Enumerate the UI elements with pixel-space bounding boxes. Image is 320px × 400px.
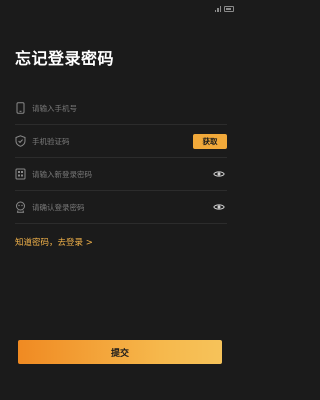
phone-row xyxy=(15,92,227,125)
verification-code-input[interactable] xyxy=(32,131,193,151)
confirm-password-input[interactable] xyxy=(32,197,213,217)
eye-icon[interactable] xyxy=(213,168,225,180)
new-password-row xyxy=(15,158,227,191)
shield-icon xyxy=(14,135,26,147)
battery-icon xyxy=(224,5,234,12)
phone-input[interactable] xyxy=(32,98,227,118)
submit-button[interactable]: 提交 xyxy=(18,340,222,364)
status-bar xyxy=(0,0,240,18)
phone-icon xyxy=(14,102,26,114)
get-code-button[interactable]: 获取 xyxy=(193,133,227,149)
page-title: 忘记登录密码 xyxy=(15,49,115,68)
user-lock-icon xyxy=(14,201,26,213)
status-indicators xyxy=(214,5,234,12)
new-password-input[interactable] xyxy=(32,164,213,184)
code-row: 获取 xyxy=(15,125,227,158)
eye-icon[interactable] xyxy=(213,201,225,213)
reset-password-form: 获取 xyxy=(15,92,227,224)
lock-icon xyxy=(14,168,26,180)
go-to-login-link[interactable]: 知道密码，去登录 > xyxy=(15,236,93,248)
confirm-password-row xyxy=(15,191,227,224)
signal-icon xyxy=(214,5,221,12)
